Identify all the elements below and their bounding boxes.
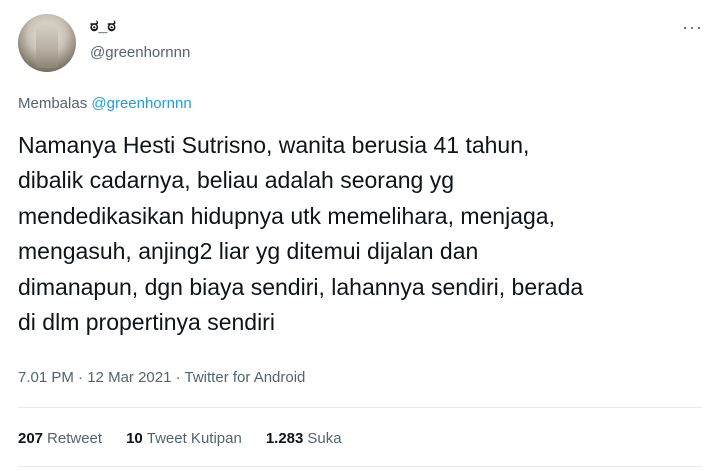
- tweet-detail: ಠ_ಠ @greenhornnn ··· Membalas @greenhorn…: [0, 0, 720, 471]
- meta-separator: ·: [171, 369, 185, 386]
- author-display-name[interactable]: ಠ_ಠ: [90, 18, 116, 36]
- meta-separator: ·: [73, 369, 88, 386]
- likes-count: 1.283: [265, 430, 304, 447]
- avatar[interactable]: [18, 14, 76, 72]
- tweet-text: Namanya Hesti Sutrisno, wanita berusia 4…: [18, 132, 584, 336]
- divider: [18, 466, 702, 467]
- tweet-meta: 7.01 PM · 12 Mar 2021 · Twitter for Andr…: [18, 369, 305, 386]
- reply-prefix: Membalas: [18, 95, 88, 112]
- tweet-source[interactable]: Twitter for Android: [185, 369, 306, 386]
- retweets-count: 207: [18, 430, 44, 447]
- reply-context: Membalas @greenhornnn: [18, 95, 192, 112]
- more-horizontal-icon[interactable]: ···: [682, 18, 703, 36]
- tweet-stats: 207 Retweet 10 Tweet Kutipan 1.283 Suka: [18, 430, 342, 447]
- likes-label: Suka: [307, 430, 342, 447]
- author-handle[interactable]: @greenhornnn: [90, 44, 190, 61]
- quote-tweets-label: Tweet Kutipan: [146, 430, 242, 447]
- tweet-time-link[interactable]: 7.01 PM · 12 Mar 2021: [18, 369, 171, 386]
- quote-tweets-stat[interactable]: 10 Tweet Kutipan: [126, 430, 242, 447]
- tweet-time: 7.01 PM: [18, 369, 74, 386]
- quote-tweets-count: 10: [126, 430, 143, 447]
- tweet-date: 12 Mar 2021: [87, 369, 172, 386]
- reply-to-link[interactable]: @greenhornnn: [91, 95, 191, 112]
- divider: [18, 407, 702, 408]
- likes-stat[interactable]: 1.283 Suka: [266, 430, 342, 447]
- retweets-stat[interactable]: 207 Retweet: [18, 430, 102, 447]
- avatar-figure: [36, 22, 58, 68]
- retweets-label: Retweet: [47, 430, 103, 447]
